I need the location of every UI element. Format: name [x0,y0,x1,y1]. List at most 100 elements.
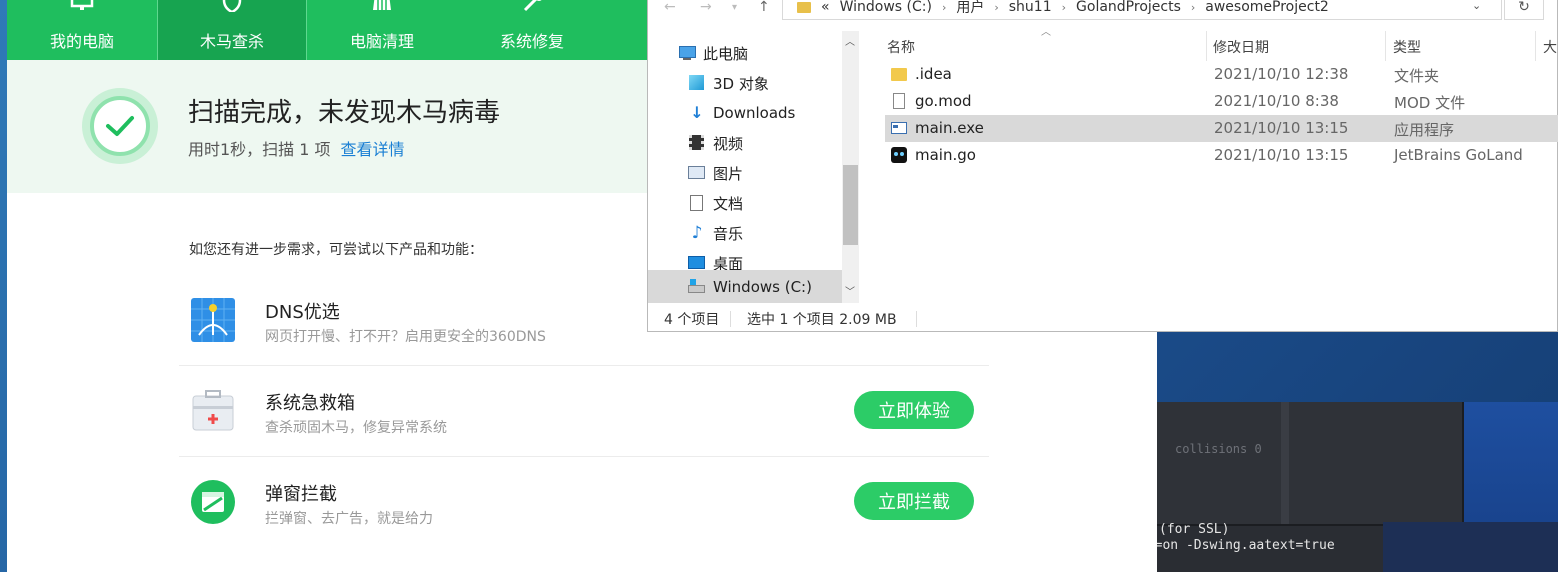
nav-item-documents[interactable]: 文档 [688,188,743,218]
file-icon [891,93,907,109]
product-name: 弹窗拦截 [265,484,337,505]
tab-label: 我的电脑 [49,32,114,51]
forward-arrow-icon[interactable]: → [700,0,712,15]
file-row[interactable]: .idea 2021/10/10 12:38 文件夹 [885,61,1558,88]
nav-item-this-pc[interactable]: 此电脑 [678,38,748,68]
product-description: 拦弹窗、去广告，就是给力 [265,511,433,527]
scroll-down-icon[interactable]: ﹀ [845,283,855,298]
breadcrumb-separator-icon: › [1061,0,1067,14]
nav-label: 视频 [713,134,744,153]
nav-item-windows-c[interactable]: Windows (C:) [648,270,842,303]
file-date: 2021/10/10 12:38 [1214,65,1349,83]
file-list: ︿ 名称 修改日期 类型 大 .idea 2021/10/10 12:38 文件… [861,27,1558,303]
file-date: 2021/10/10 8:38 [1214,92,1339,110]
first-aid-icon [192,390,234,431]
terminal-line: gs=on -Dswing.aatext=true [1157,538,1335,553]
file-name: main.go [915,146,976,164]
product-item-popup-block: 弹窗拦截 拦弹窗、去广告，就是给力 立即拦截 [172,457,992,547]
tab-pc-clean[interactable]: 电脑清理 [307,0,457,60]
column-header-name[interactable]: 名称 [887,37,915,57]
nav-label: Windows (C:) [713,277,812,296]
block-now-button[interactable]: 立即拦截 [854,482,974,520]
scrollbar-thumb[interactable] [843,165,858,245]
file-type: 文件夹 [1394,67,1440,85]
music-icon: ♪ [691,223,703,243]
product-description: 网页打开慢、打不开？启用更安全的360DNS [265,329,546,345]
exe-icon [891,120,907,136]
file-explorer-window: ← → ▾ ↑ « Windows (C:) › 用户 › shu11 › Go… [647,0,1558,332]
column-divider[interactable] [1206,31,1207,61]
refresh-icon: ↻ [1518,0,1530,15]
nav-label: 音乐 [713,224,744,243]
file-name: .idea [915,65,952,83]
breadcrumb-item[interactable]: Windows (C:) [840,0,932,15]
status-divider [916,311,917,327]
file-type: 应用程序 [1394,121,1455,139]
file-row[interactable]: go.mod 2021/10/10 8:38 MOD 文件 [885,88,1558,115]
column-header-type[interactable]: 类型 [1393,37,1421,57]
tab-label: 系统修复 [499,32,564,51]
breadcrumb-separator-icon: › [941,0,947,14]
picture-icon [688,165,706,181]
address-dropdown-chevron-icon[interactable]: ⌄ [1472,0,1481,12]
cube-icon [688,75,706,91]
column-header-size[interactable]: 大 [1543,37,1557,57]
scroll-up-icon[interactable]: ︿ [845,33,855,48]
breadcrumb-item[interactable]: GolandProjects [1076,0,1181,15]
file-date: 2021/10/10 13:15 [1214,119,1349,137]
video-icon [688,135,706,151]
breadcrumb-overflow[interactable]: « [821,0,830,15]
file-row[interactable]: main.go 2021/10/10 13:15 JetBrains GoLan… [885,142,1558,169]
nav-item-music[interactable]: ♪ 音乐 [688,218,743,248]
tab-my-computer[interactable]: 我的电脑 [7,0,157,60]
nav-pane-scrollbar[interactable]: ︿ ﹀ [842,31,859,303]
view-details-link[interactable]: 查看详情 [341,140,405,159]
column-header-date[interactable]: 修改日期 [1213,37,1269,57]
navigation-pane: 此电脑 3D 对象 ↓ Downloads 视频 图片 文档 ♪ 音乐 桌面 W… [648,31,861,303]
nav-item-videos[interactable]: 视频 [688,128,743,158]
globe-icon [191,298,235,342]
nav-label: 3D 对象 [713,74,769,93]
breadcrumb-item[interactable]: 用户 [956,0,984,17]
recent-chevron-icon[interactable]: ▾ [732,2,737,13]
nav-item-pictures[interactable]: 图片 [688,158,743,188]
nav-label: Downloads [713,104,796,122]
scan-result-summary: 用时1秒，扫描 1 项查看详情 [188,136,405,160]
item-count: 4 个项目 [664,312,720,328]
monitor-icon [70,0,94,10]
scan-summary-text: 用时1秒，扫描 1 项 [188,140,331,159]
address-bar[interactable]: « Windows (C:) › 用户 › shu11 › GolandProj… [782,0,1502,20]
refresh-button[interactable]: ↻ [1504,0,1544,20]
status-bar: 4 个项目 选中 1 个项目 2.09 MB [648,303,1558,333]
tab-label: 电脑清理 [349,32,414,51]
file-name: main.exe [915,119,984,137]
file-row-selected[interactable]: main.exe 2021/10/10 13:15 应用程序 [885,115,1558,142]
document-icon [688,195,706,211]
breadcrumb-item[interactable]: shu11 [1009,0,1052,15]
column-divider[interactable] [1535,31,1536,61]
download-icon: ↓ [690,103,704,122]
checkmark-icon [106,116,134,136]
tab-trojan-scan[interactable]: 木马查杀 [157,0,307,60]
nav-item-3d-objects[interactable]: 3D 对象 [688,68,769,98]
nav-label: 文档 [713,194,744,213]
success-badge [82,88,158,164]
product-description: 查杀顽固木马，修复异常系统 [265,420,447,436]
file-type: JetBrains GoLand [1394,146,1523,164]
try-now-button[interactable]: 立即体验 [854,391,974,429]
column-divider[interactable] [1385,31,1386,61]
breadcrumb-item[interactable]: awesomeProject2 [1205,0,1329,15]
broom-icon [373,0,391,10]
back-arrow-icon[interactable]: ← [664,0,676,15]
sort-arrow-icon: ︿ [1041,27,1051,38]
tab-system-repair[interactable]: 系统修复 [457,0,607,60]
nav-item-downloads[interactable]: ↓ Downloads [688,98,795,128]
terminal-inner-panel [1157,402,1464,526]
up-arrow-icon[interactable]: ↑ [758,0,770,15]
terminal-scrollbar[interactable] [1281,402,1289,524]
product-item-rescue-box: 系统急救箱 查杀顽固木马，修复异常系统 立即体验 [172,366,992,456]
terminal-line: (for SSL) [1159,522,1230,537]
tab-label: 木马查杀 [199,32,264,51]
product-name: DNS优选 [265,302,340,323]
nav-label: 图片 [713,164,744,183]
